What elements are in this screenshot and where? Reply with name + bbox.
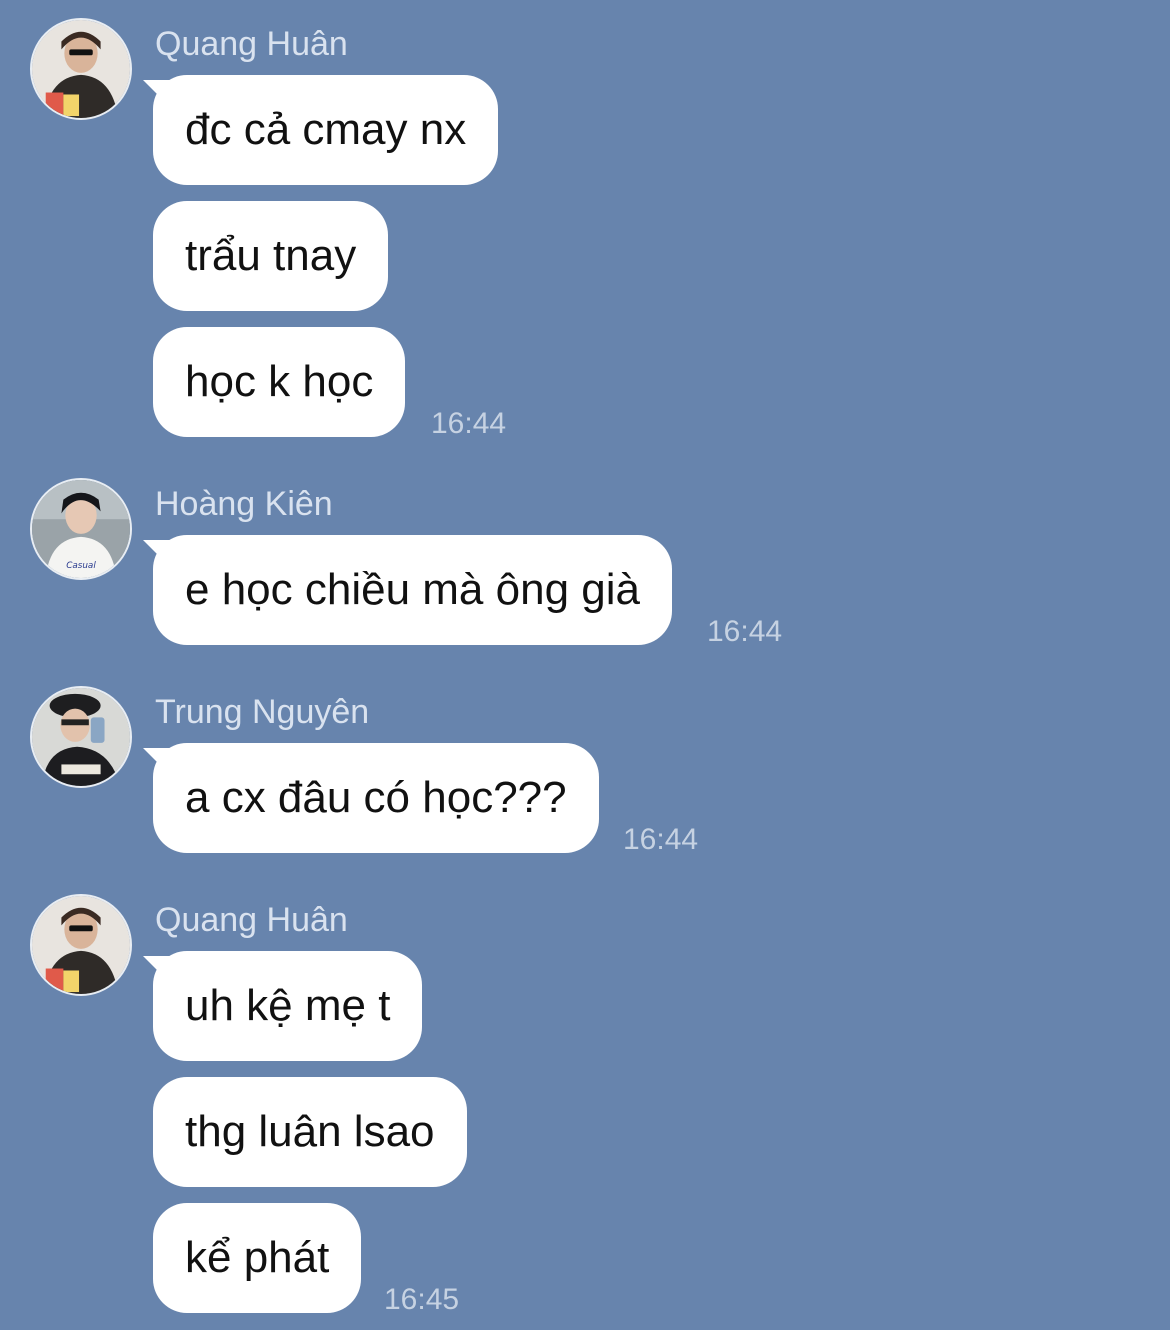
message-time: 16:44 xyxy=(707,615,783,648)
avatar[interactable]: Casual xyxy=(30,478,132,580)
sender-name: Quang Huân xyxy=(155,901,348,939)
message-bubble[interactable]: trẩu tnay xyxy=(153,201,389,311)
avatar-photo xyxy=(32,20,130,118)
avatar[interactable] xyxy=(30,18,132,120)
avatar-photo xyxy=(32,688,130,786)
message-bubble[interactable]: uh kệ mẹ t xyxy=(153,951,423,1061)
message-time: 16:45 xyxy=(384,1283,460,1316)
chat-thread[interactable]: Quang Huân đc cả cmay nx trẩu tnay học k… xyxy=(0,0,1170,1330)
avatar-photo xyxy=(32,896,130,994)
message-time: 16:44 xyxy=(431,407,507,440)
message-time: 16:44 xyxy=(623,823,699,856)
avatar[interactable] xyxy=(30,894,132,996)
message-bubble[interactable]: e học chiều mà ông già xyxy=(153,535,672,645)
message-bubble[interactable]: học k học xyxy=(153,327,406,437)
avatar-photo: Casual xyxy=(32,480,130,578)
message-bubble[interactable]: a cx đâu có học??? xyxy=(153,743,599,853)
message-bubble[interactable]: kể phát xyxy=(153,1203,362,1313)
sender-name: Trung Nguyên xyxy=(155,693,370,731)
message-bubble[interactable]: đc cả cmay nx xyxy=(153,75,499,185)
sender-name: Quang Huân xyxy=(155,25,348,63)
message-bubble[interactable]: thg luân lsao xyxy=(153,1077,467,1187)
svg-text:Casual: Casual xyxy=(66,561,96,571)
avatar[interactable] xyxy=(30,686,132,788)
sender-name: Hoàng Kiên xyxy=(155,485,333,523)
